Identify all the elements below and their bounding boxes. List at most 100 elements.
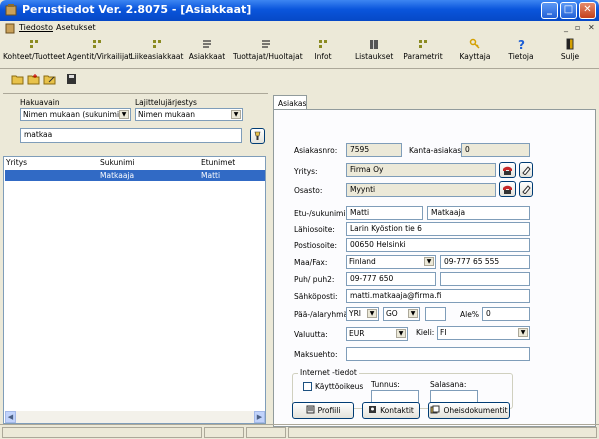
sahkoposti-input[interactable]: matti.matkaaja@firma.fi: [346, 289, 530, 303]
edit-folder-icon[interactable]: [43, 74, 56, 85]
yritys-select-button[interactable]: [499, 162, 516, 178]
kanta-asiakas-label: Kanta-asiakas:: [409, 146, 464, 155]
alaryhma-value: GO: [386, 309, 398, 318]
ryhma-extra-input[interactable]: [425, 307, 446, 321]
toolbar-label: Tietoja: [508, 52, 534, 61]
column-header-yritys[interactable]: Yritys: [6, 158, 27, 167]
hakuavain-label: Hakuavain: [20, 98, 60, 107]
scroll-left-arrow-icon[interactable]: ◀: [5, 411, 16, 423]
document-icon: [5, 23, 15, 34]
valuutta-value: EUR: [349, 329, 365, 338]
toolbar-kayttaja-button[interactable]: Kayttaja: [458, 38, 492, 68]
dropdown-arrow-icon[interactable]: ▼: [396, 329, 406, 338]
dropdown-arrow-icon[interactable]: ▼: [231, 110, 241, 119]
new-folder-icon[interactable]: [27, 74, 40, 85]
osasto-clear-button[interactable]: [519, 181, 533, 197]
flashlight-icon: [254, 131, 261, 140]
puh-label: Puh/ puh2:: [294, 275, 335, 284]
mdi-close-button[interactable]: ✕: [588, 23, 595, 32]
hakuavain-value: Nimen mukaan (sukunimi + e: [23, 110, 131, 119]
save-icon[interactable]: [65, 74, 78, 85]
close-button[interactable]: ✕: [579, 2, 596, 19]
documents-icon: [430, 405, 440, 414]
ale-input[interactable]: 0: [482, 307, 530, 321]
dropdown-arrow-icon[interactable]: ▼: [424, 257, 434, 266]
cell-etunimet: Matti: [201, 171, 221, 180]
osasto-label: Osasto:: [294, 186, 323, 195]
dropdown-arrow-icon[interactable]: ▼: [119, 110, 129, 119]
help-icon: ?: [518, 38, 525, 50]
lajittelu-label: Lajittelujärjestys: [135, 98, 197, 107]
tab-asiakas[interactable]: Asiakas: [273, 95, 307, 110]
main-toolbar: Kohteet/Tuotteet Agentit/Virkailijat Lii…: [0, 36, 599, 69]
asiakas-tab-page: Asiakasnro: 7595 Kanta-asiakas: 0 Yritys…: [273, 109, 596, 427]
scroll-right-arrow-icon[interactable]: ▶: [254, 411, 265, 423]
toolbar-tietoja-button[interactable]: ? Tietoja: [508, 38, 534, 68]
grid-icon: [319, 40, 327, 48]
lahiosoite-input[interactable]: Larin Kyöstion tie 6: [346, 222, 530, 236]
lajittelu-select[interactable]: Nimen mukaan ▼: [135, 108, 243, 121]
menu-asetukset[interactable]: Asetukset: [56, 23, 96, 32]
mdi-restore-button[interactable]: ▫: [575, 23, 580, 32]
title-bar[interactable]: Perustiedot Ver. 2.8075 - [Asiakkaat] _ …: [0, 0, 599, 21]
valuutta-select[interactable]: EUR ▼: [346, 327, 408, 341]
sukunimi-input[interactable]: Matkaaja: [427, 206, 530, 220]
paaryhma-value: YRI: [349, 309, 362, 318]
kontaktit-button[interactable]: Kontaktit: [362, 402, 420, 419]
maksuehto-input[interactable]: [346, 347, 530, 361]
paaryhma-select[interactable]: YRI ▼: [346, 307, 379, 321]
dropdown-arrow-icon[interactable]: ▼: [408, 309, 418, 318]
menu-tiedosto[interactable]: Tiedosto: [19, 23, 53, 32]
kayttooikeus-checkbox[interactable]: [303, 382, 312, 391]
alaryhma-select[interactable]: GO ▼: [383, 307, 420, 321]
dropdown-arrow-icon[interactable]: ▼: [518, 328, 528, 337]
yritys-label: Yritys:: [294, 167, 318, 176]
column-header-sukunimi[interactable]: Sukunimi: [100, 158, 135, 167]
toolbar-parametrit-button[interactable]: Parametrit: [403, 38, 443, 68]
exit-door-icon: [566, 38, 574, 50]
maa-fax-label: Maa/Fax:: [294, 258, 328, 267]
fax-input[interactable]: 09-777 65 555: [440, 255, 530, 269]
oheisdokumentit-button[interactable]: Oheisdokumentit: [428, 402, 510, 419]
column-header-etunimet[interactable]: Etunimet: [201, 158, 235, 167]
ryhma-label: Pää-/alaryhmä:: [294, 310, 351, 319]
table-row[interactable]: Matkaaja Matti: [5, 170, 265, 181]
toolbar-infot-button[interactable]: Infot: [310, 38, 336, 68]
yritys-clear-button[interactable]: [519, 162, 533, 178]
puh-input[interactable]: 09-777 650: [346, 272, 436, 286]
puh2-input[interactable]: [440, 272, 530, 286]
results-list[interactable]: Yritys Sukunimi Etunimet Matkaaja Matti …: [3, 156, 266, 424]
minimize-button[interactable]: _: [541, 2, 558, 19]
toolbar-label: Liikeasiakkaat: [130, 52, 184, 61]
status-segment: [204, 427, 244, 438]
toolbar-liikeasiakkaat-button[interactable]: Liikeasiakkaat: [129, 38, 185, 68]
search-input[interactable]: matkaa: [20, 128, 242, 143]
profiili-button[interactable]: Profiili: [292, 402, 354, 419]
asiakasnro-label: Asiakasnro:: [294, 146, 338, 155]
toolbar-tuottajat-button[interactable]: Tuottajat/Huoltajat: [233, 38, 303, 68]
toolbar-sulje-button[interactable]: Sulje: [560, 38, 580, 68]
kayttooikeus-label: Käyttöoikeus: [315, 382, 364, 391]
toolbar-kohteet-button[interactable]: Kohteet/Tuotteet: [3, 38, 65, 68]
kieli-select[interactable]: FI ▼: [437, 326, 530, 340]
etunimi-input[interactable]: Matti: [346, 206, 423, 220]
postiosoite-label: Postiosoite:: [294, 241, 338, 250]
dropdown-arrow-icon[interactable]: ▼: [367, 309, 377, 318]
oheisdokumentit-label: Oheisdokumentit: [443, 406, 508, 415]
open-folder-icon[interactable]: [11, 74, 24, 85]
search-button[interactable]: [250, 128, 265, 144]
profiili-label: Profiili: [317, 406, 341, 415]
telephone-icon: [503, 185, 512, 194]
maximize-button[interactable]: □: [560, 2, 577, 19]
mdi-minimize-button[interactable]: _: [564, 23, 568, 32]
toolbar-agentit-button[interactable]: Agentit/Virkailijat: [67, 38, 132, 68]
toolbar-listaukset-button[interactable]: Listaukset: [355, 38, 393, 68]
hakuavain-select[interactable]: Nimen mukaan (sukunimi + e ▼: [20, 108, 131, 121]
postiosoite-input[interactable]: 00650 Helsinki: [346, 238, 530, 252]
osasto-select-button[interactable]: [499, 181, 516, 197]
etu-sukunimi-label: Etu-/sukunimi:: [294, 209, 348, 218]
toolbar-asiakkaat-button[interactable]: Asiakkaat: [187, 38, 227, 68]
horizontal-scrollbar[interactable]: ◀ ▶: [5, 411, 265, 423]
profile-icon: [306, 405, 315, 414]
maa-select[interactable]: Finland ▼: [346, 255, 436, 269]
